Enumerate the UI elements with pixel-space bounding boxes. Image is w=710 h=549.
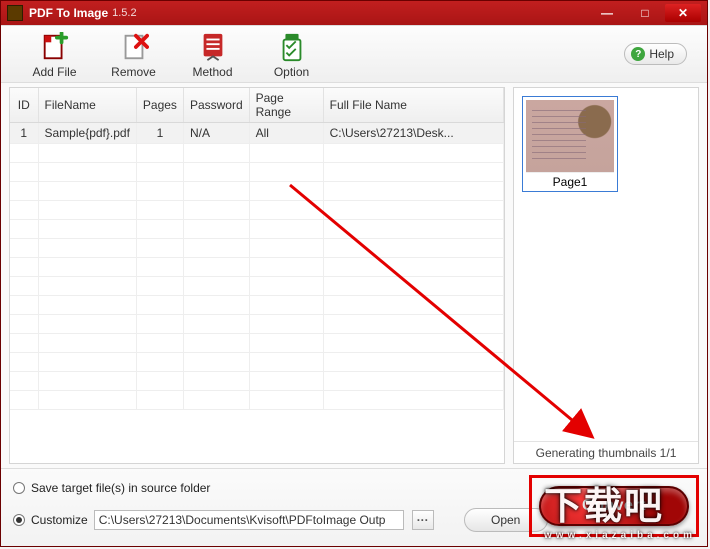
method-icon bbox=[197, 31, 229, 63]
col-id[interactable]: ID bbox=[10, 88, 38, 123]
col-pagerange[interactable]: Page Range bbox=[249, 88, 323, 123]
customize-label: Customize bbox=[31, 513, 88, 527]
remove-label: Remove bbox=[94, 65, 173, 79]
add-file-icon bbox=[39, 31, 71, 63]
table-row[interactable]: 1 Sample{pdf}.pdf 1 N/A All C:\Users\272… bbox=[10, 123, 504, 144]
page-thumbnail[interactable]: Page1 bbox=[522, 96, 618, 192]
remove-button[interactable]: Remove bbox=[94, 29, 173, 79]
titlebar: PDF To Image 1.5.2 — □ ✕ bbox=[1, 1, 707, 25]
add-file-button[interactable]: Add File bbox=[15, 29, 94, 79]
close-button[interactable]: ✕ bbox=[665, 4, 701, 22]
app-title: PDF To Image bbox=[29, 6, 108, 20]
maximize-button[interactable]: □ bbox=[627, 4, 663, 22]
content-area: ID FileName Pages Password Page Range Fu… bbox=[1, 83, 707, 468]
cell-filename: Sample{pdf}.pdf bbox=[38, 123, 136, 144]
cell-password: N/A bbox=[183, 123, 249, 144]
col-fullpath[interactable]: Full File Name bbox=[323, 88, 503, 123]
thumbnail-label: Page1 bbox=[526, 172, 614, 191]
customize-radio[interactable] bbox=[13, 514, 25, 526]
app-version: 1.5.2 bbox=[112, 7, 136, 19]
watermark-main: 下载吧 bbox=[544, 486, 664, 528]
method-button[interactable]: Method bbox=[173, 29, 252, 79]
thumbnail-status: Generating thumbnails 1/1 bbox=[514, 441, 698, 463]
cell-pages: 1 bbox=[136, 123, 183, 144]
cell-fullpath: C:\Users\27213\Desk... bbox=[323, 123, 503, 144]
col-filename[interactable]: FileName bbox=[38, 88, 136, 123]
browse-button[interactable]: ··· bbox=[412, 510, 434, 530]
thumbnail-image bbox=[526, 100, 614, 172]
cell-pagerange: All bbox=[249, 123, 323, 144]
watermark: 下载吧 www.xiazaiba.com bbox=[544, 475, 696, 541]
app-icon bbox=[7, 5, 23, 21]
option-button[interactable]: Option bbox=[252, 29, 331, 79]
watermark-sub: www.xiazaiba.com bbox=[544, 530, 696, 541]
help-button[interactable]: ? Help bbox=[624, 43, 687, 65]
cell-id: 1 bbox=[10, 123, 38, 144]
add-file-label: Add File bbox=[15, 65, 94, 79]
minimize-button[interactable]: — bbox=[589, 4, 625, 22]
thumbnail-panel: Page1 Generating thumbnails 1/1 bbox=[513, 87, 699, 464]
save-in-source-radio[interactable] bbox=[13, 482, 25, 494]
col-password[interactable]: Password bbox=[183, 88, 249, 123]
help-icon: ? bbox=[631, 47, 645, 61]
save-in-source-label: Save target file(s) in source folder bbox=[31, 481, 210, 495]
output-path-input[interactable] bbox=[94, 510, 404, 530]
option-label: Option bbox=[252, 65, 331, 79]
file-grid[interactable]: ID FileName Pages Password Page Range Fu… bbox=[9, 87, 505, 464]
help-label: Help bbox=[649, 47, 674, 61]
option-icon bbox=[276, 31, 308, 63]
toolbar: Add File Remove Method Option ? Help bbox=[1, 25, 707, 83]
method-label: Method bbox=[173, 65, 252, 79]
col-pages[interactable]: Pages bbox=[136, 88, 183, 123]
remove-icon bbox=[118, 31, 150, 63]
window-controls: — □ ✕ bbox=[589, 4, 701, 22]
